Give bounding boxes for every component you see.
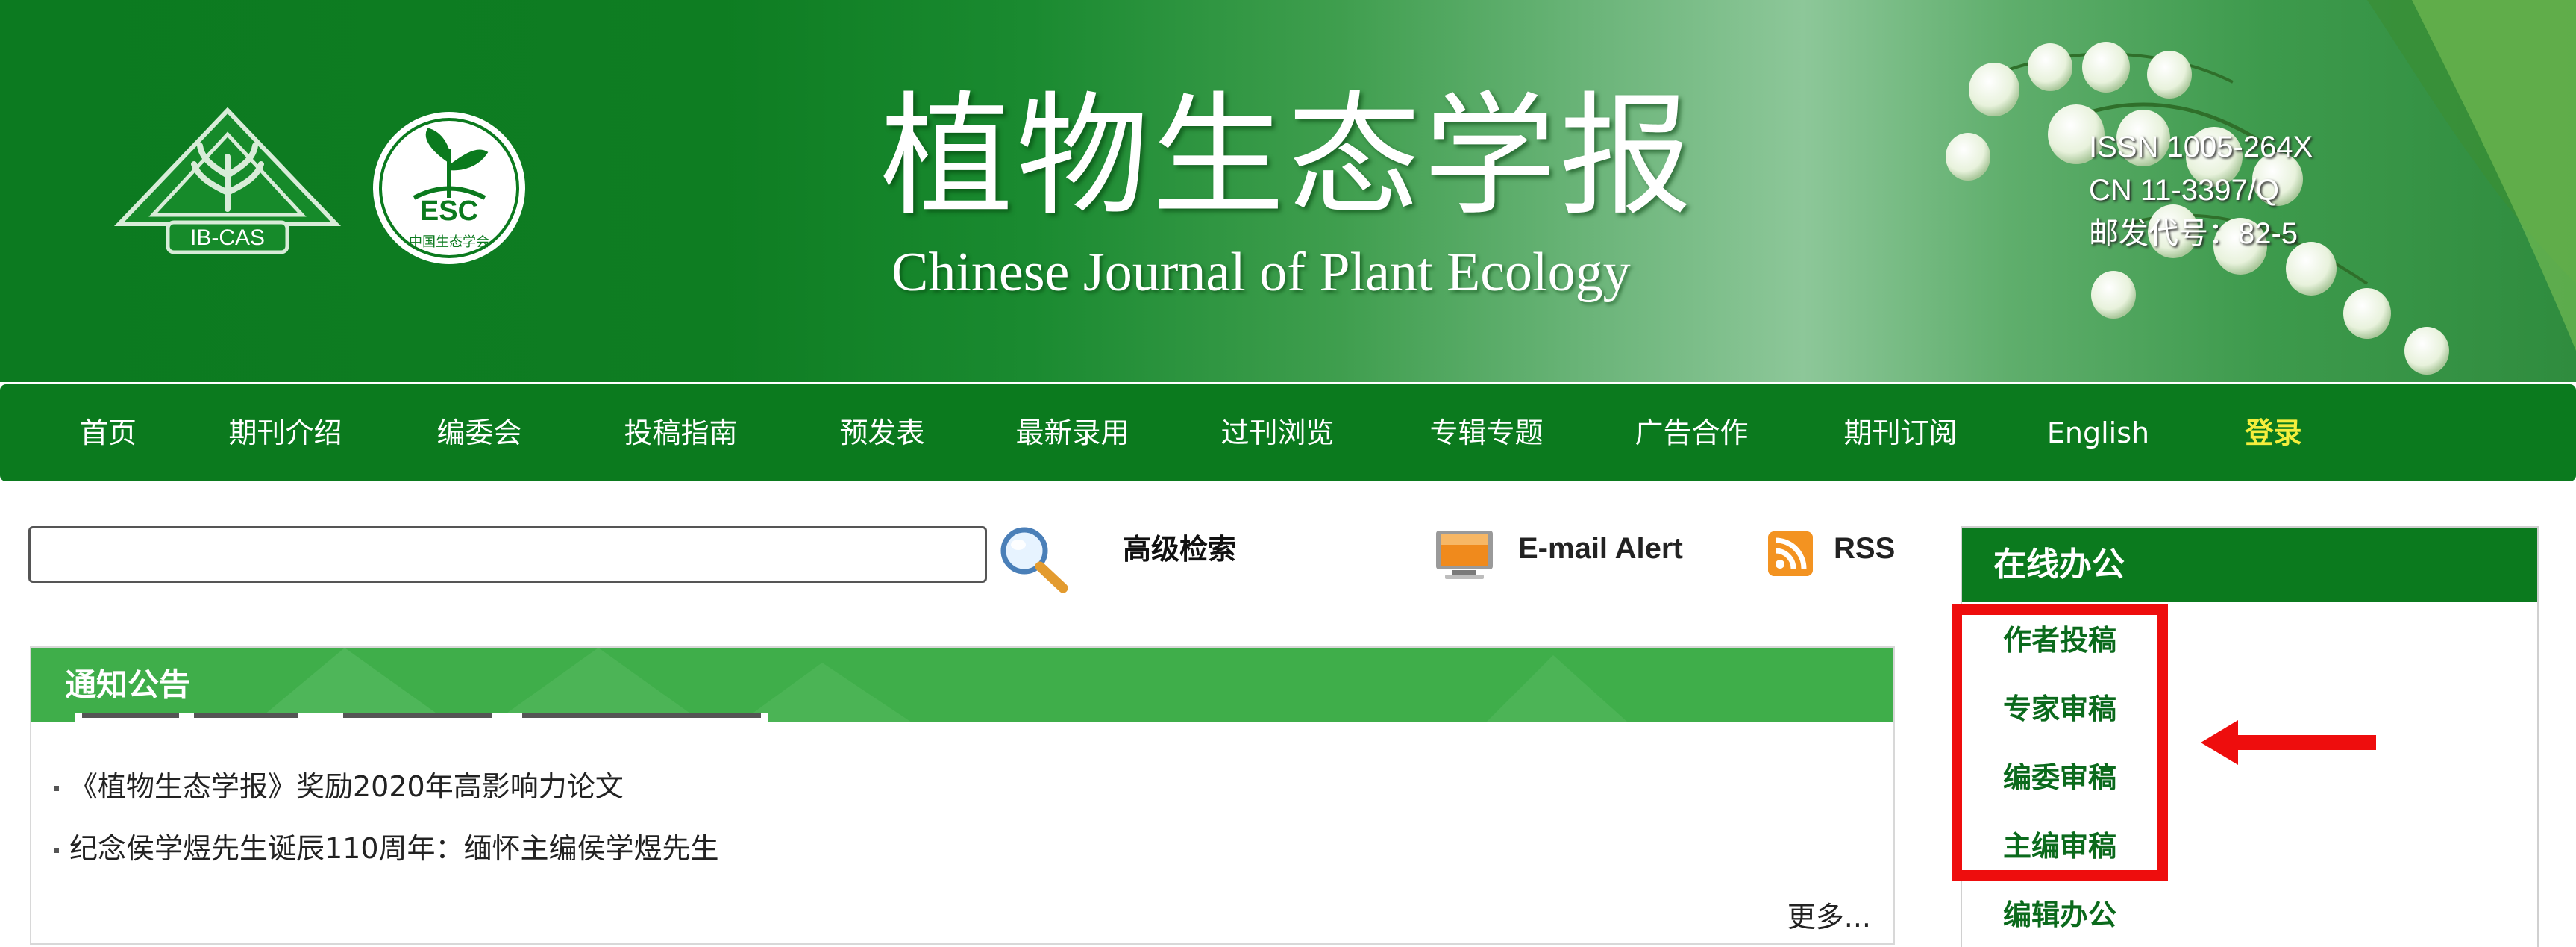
nav-item-preprint[interactable]: 预发表 [821,384,944,481]
nav-item-journal-intro[interactable]: 期刊介绍 [213,384,358,481]
notice-item-text: 纪念侯学煜先生诞辰110周年：缅怀主编侯学煜先生 [69,832,719,865]
editorial-office-link[interactable]: 编辑办公 [2003,892,2116,933]
email-alert-link[interactable]: E-mail Alert [1518,532,1683,566]
arrow-left-icon [2201,720,2376,765]
ibcas-logo-text: IB-CAS [190,225,265,250]
issn-info: ISSN 1005-264X CN 11-3397/Q 邮发代号：82-5 [2089,125,2372,255]
ibcas-logo: IB-CAS [113,107,342,254]
bullet-icon [54,786,59,791]
nav-item-english[interactable]: English [2033,384,2163,481]
nav-item-home[interactable]: 首页 [48,384,168,481]
search-input[interactable] [28,526,987,583]
nav-item-submission-guide[interactable]: 投稿指南 [608,384,753,481]
nav-item-archive[interactable]: 过刊浏览 [1205,384,1350,481]
main-nav: 首页 期刊介绍 编委会 投稿指南 预发表 最新录用 过刊浏览 专辑专题 广告合作… [0,384,2576,481]
notice-item-text: 《植物生态学报》奖励2020年高影响力论文 [69,770,624,803]
esc-logo: ESC 中国生态学会 [373,112,525,264]
nav-item-subscribe[interactable]: 期刊订阅 [1828,384,1973,481]
postal-code: 邮发代号：82-5 [2089,217,2298,250]
notice-item[interactable]: 纪念侯学煜先生诞辰110周年：缅怀主编侯学煜先生 [54,825,719,866]
notice-panel: 通知公告 《植物生态学报》奖励2020年高影响力论文 纪念侯学煜先生诞辰110周… [30,646,1895,945]
notice-header: 通知公告 [31,648,1893,722]
magnifier-icon[interactable] [996,522,1071,593]
nav-item-login[interactable]: 登录 [2223,384,2324,481]
clipped-notice-item [75,713,768,724]
monitor-icon[interactable] [1434,528,1495,581]
notice-item[interactable]: 《植物生态学报》奖励2020年高影响力论文 [54,763,624,804]
rss-link[interactable]: RSS [1834,532,1895,566]
issn-number: ISSN 1005-264X [2089,131,2313,163]
site-banner: IB-CAS ESC 中国生态学会 植物生态学报 Chinese Journal… [0,0,2576,382]
office-header: 在线办公 [1962,528,2537,602]
nav-item-advertising[interactable]: 广告合作 [1619,384,1764,481]
bullet-icon [54,848,59,853]
advanced-search-link[interactable]: 高级检索 [1123,526,1236,567]
notice-header-decoration [255,648,1628,722]
highlight-box [1952,604,2168,881]
notice-more-link[interactable]: 更多... [1787,894,1871,935]
page: IB-CAS ESC 中国生态学会 植物生态学报 Chinese Journal… [0,0,2576,947]
nav-item-special-issues[interactable]: 专辑专题 [1414,384,1559,481]
journal-title-english: Chinese Journal of Plant Ecology [891,242,1631,303]
esc-logo-mark: ESC [420,196,478,227]
nav-item-accepted[interactable]: 最新录用 [1000,384,1145,481]
journal-title-chinese: 植物生态学报 [880,79,1695,234]
office-title: 在线办公 [1993,546,2125,584]
esc-logo-text: 中国生态学会 [409,234,489,250]
rss-icon[interactable] [1768,531,1813,576]
notice-title: 通知公告 [65,666,191,703]
cn-number: CN 11-3397/Q [2089,174,2279,207]
nav-item-editorial-board[interactable]: 编委会 [418,384,541,481]
